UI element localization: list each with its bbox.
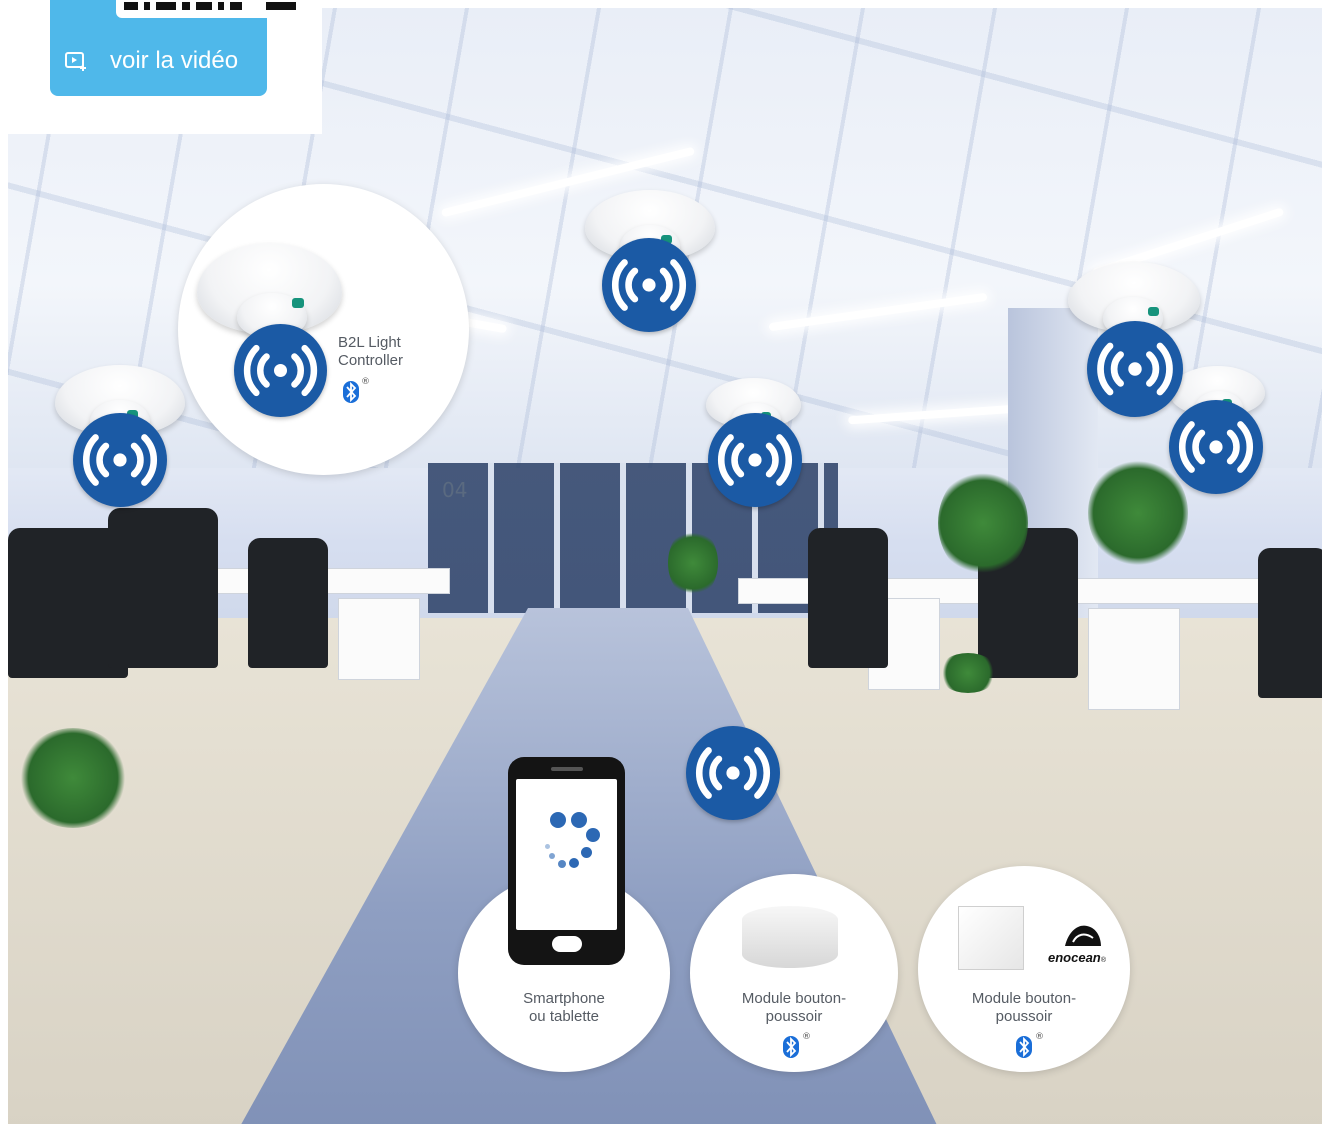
device-label-smartphone: Smartphone ou tablette: [523, 990, 605, 1025]
wall-switch-image: [958, 906, 1024, 970]
wireless-signal-icon: [73, 413, 167, 507]
desk-drawer: [1088, 608, 1180, 710]
wireless-signal-icon: [1169, 400, 1263, 494]
plant: [18, 728, 128, 828]
wireless-signal-icon: [234, 324, 327, 417]
plant: [938, 468, 1028, 578]
wireless-signal-icon: [686, 726, 780, 820]
office-chair: [108, 508, 218, 668]
wireless-signal-icon: [708, 413, 802, 507]
device-label-enocean-module: Module bouton- poussoir: [971, 990, 1077, 1025]
registered-mark: ®: [802, 1032, 811, 1042]
wireless-signal-icon: [602, 238, 696, 332]
qr-code: [116, 0, 306, 18]
plant: [938, 653, 998, 693]
device-label-module: Module bouton- poussoir: [741, 990, 847, 1025]
desk-drawer: [338, 598, 420, 680]
bluetooth-icon: [343, 381, 359, 403]
office-chair: [248, 538, 328, 668]
plant: [668, 528, 718, 598]
watch-video-label: voir la vidéo: [110, 47, 239, 74]
office-chair: [1258, 548, 1322, 698]
registered-mark: ®: [361, 377, 370, 387]
push-button-module-image: [742, 906, 838, 968]
play-plus-icon: [65, 52, 86, 71]
zone-number-sign: 04: [442, 478, 468, 502]
bluetooth-icon: [1016, 1036, 1032, 1058]
controller-name: B2L Light Controller: [338, 334, 404, 369]
registered-mark: ®: [1035, 1032, 1044, 1042]
bluetooth-icon: [783, 1036, 799, 1058]
enocean-logo-icon: [1065, 925, 1101, 946]
office-chair: [808, 528, 888, 668]
enocean-brand: enocean®: [1048, 950, 1106, 965]
smartphone-icon: [508, 757, 625, 965]
